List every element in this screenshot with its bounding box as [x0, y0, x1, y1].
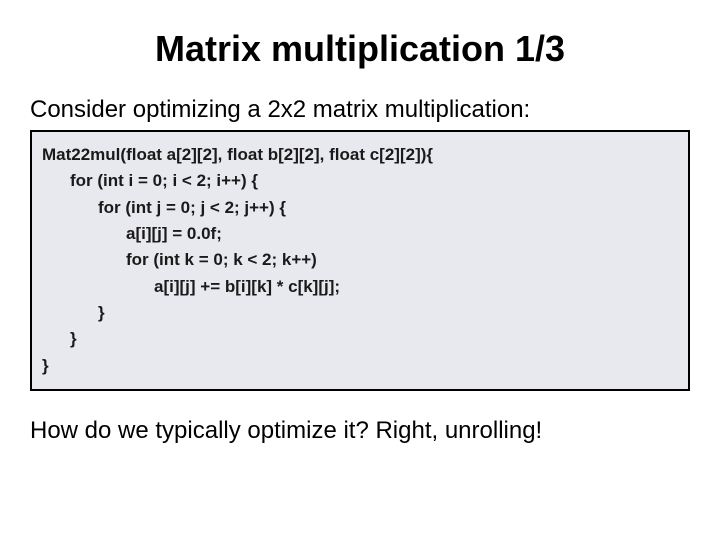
page-title: Matrix multiplication 1/3: [28, 28, 692, 70]
lead-text: Consider optimizing a 2x2 matrix multipl…: [30, 96, 692, 124]
code-line: Mat22mul(float a[2][2], float b[2][2], f…: [42, 142, 678, 168]
code-line: a[i][j] += b[i][k] * c[k][j];: [42, 274, 678, 300]
code-line: for (int k = 0; k < 2; k++): [42, 247, 678, 273]
code-block: Mat22mul(float a[2][2], float b[2][2], f…: [30, 130, 690, 391]
closing-text: How do we typically optimize it? Right, …: [30, 417, 692, 445]
code-line: }: [42, 353, 678, 379]
code-line: for (int j = 0; j < 2; j++) {: [42, 195, 678, 221]
slide: Matrix multiplication 1/3 Consider optim…: [0, 0, 720, 540]
code-line: for (int i = 0; i < 2; i++) {: [42, 168, 678, 194]
code-line: }: [42, 300, 678, 326]
code-line: a[i][j] = 0.0f;: [42, 221, 678, 247]
code-line: }: [42, 326, 678, 352]
